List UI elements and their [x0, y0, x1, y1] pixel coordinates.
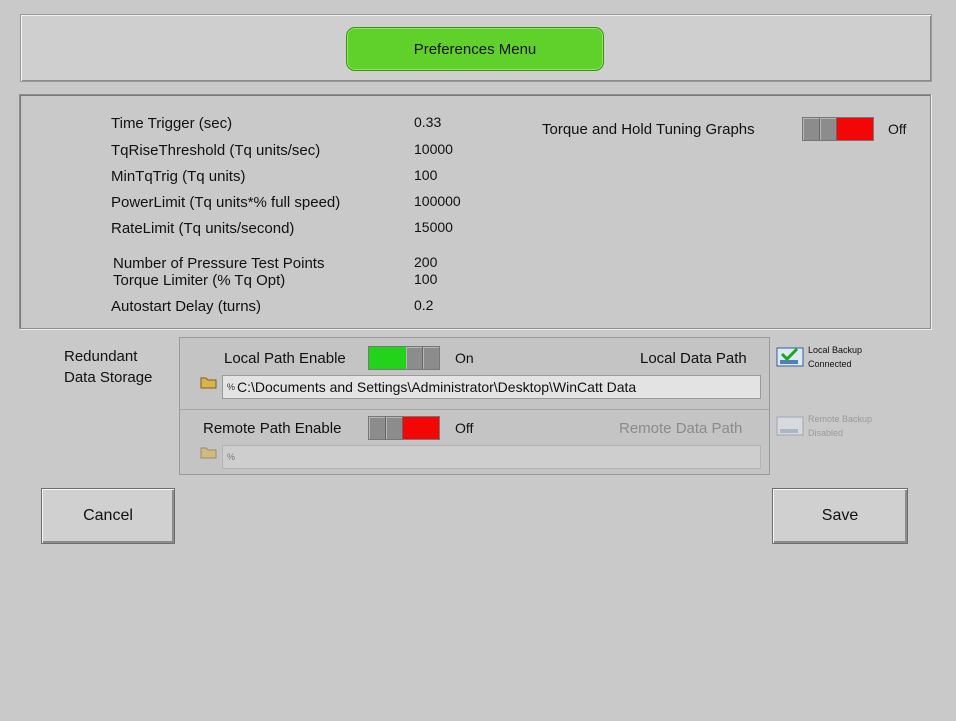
- toggle-handle: [386, 417, 403, 439]
- storage-label-line1: Redundant: [64, 348, 138, 365]
- toggle-handle: [406, 347, 423, 369]
- folder-icon: [200, 377, 217, 389]
- setting-label-tq-rise-threshold: TqRiseThreshold (Tq units/sec): [111, 142, 321, 159]
- setting-label-power-limit: PowerLimit (Tq units*% full speed): [111, 194, 341, 211]
- remote-backup-label: Remote Backup: [808, 414, 873, 424]
- remote-browse-button[interactable]: [200, 445, 218, 464]
- setting-value-pressure-test-points[interactable]: 200: [414, 254, 437, 270]
- local-backup-label: Local Backup: [808, 345, 863, 355]
- toggle-off-indicator: [837, 118, 873, 140]
- local-path-value: C:\Documents and Settings\Administrator\…: [237, 379, 637, 395]
- local-path-state: On: [455, 350, 474, 366]
- setting-label-rate-limit: RateLimit (Tq units/second): [111, 220, 295, 237]
- backup-disabled-icon: [776, 416, 804, 436]
- page-title-text: Preferences Menu: [413, 40, 537, 58]
- remote-path-enable-label: Remote Path Enable: [203, 420, 342, 437]
- local-path-field[interactable]: % C:\Documents and Settings\Administrato…: [222, 375, 761, 399]
- remote-path-state: Off: [455, 420, 474, 436]
- remote-path-toggle[interactable]: [368, 416, 440, 440]
- save-button-label: Save: [821, 507, 859, 524]
- folder-icon: [200, 447, 217, 459]
- remote-backup-status: [776, 413, 806, 444]
- storage-section-label: Redundant Data Storage: [64, 346, 152, 388]
- toggle-handle: [820, 118, 837, 140]
- setting-value-time-trigger[interactable]: 0.33: [414, 114, 441, 130]
- storage-label-line2: Data Storage: [64, 369, 153, 386]
- path-prefix-icon: %: [227, 382, 236, 392]
- remote-data-path-label: Remote Data Path: [619, 420, 743, 437]
- setting-value-autostart-delay[interactable]: 0.2: [414, 297, 433, 313]
- setting-value-min-tq-trig[interactable]: 100: [414, 167, 437, 183]
- path-prefix-icon: %: [227, 452, 236, 462]
- toggle-handle: [369, 417, 386, 439]
- local-path-enable-label: Local Path Enable: [224, 350, 346, 367]
- local-browse-button[interactable]: [200, 375, 218, 394]
- remote-backup-state: Disabled: [808, 428, 844, 438]
- local-path-toggle[interactable]: [368, 346, 440, 370]
- tuning-graphs-toggle[interactable]: [802, 117, 874, 141]
- remote-path-field[interactable]: %: [222, 445, 761, 469]
- setting-value-torque-limiter[interactable]: 100: [414, 271, 437, 287]
- setting-label-pressure-test-points: Number of Pressure Test Points: [113, 255, 325, 272]
- local-backup-status-text: Local Backup Connected: [808, 343, 862, 371]
- toggle-handle: [803, 118, 820, 140]
- setting-label-time-trigger: Time Trigger (sec): [111, 115, 233, 132]
- setting-label-min-tq-trig: MinTqTrig (Tq units): [111, 168, 246, 185]
- toggle-off-indicator: [403, 417, 439, 439]
- tuning-graphs-label: Torque and Hold Tuning Graphs: [542, 121, 755, 138]
- setting-label-autostart-delay: Autostart Delay (turns): [111, 298, 262, 315]
- setting-value-power-limit[interactable]: 100000: [414, 193, 461, 209]
- storage-divider: [180, 409, 769, 410]
- remote-backup-status-text: Remote Backup Disabled: [808, 412, 872, 440]
- save-button[interactable]: Save: [772, 488, 908, 544]
- setting-label-torque-limiter: Torque Limiter (% Tq Opt): [113, 272, 286, 289]
- cancel-button-label: Cancel: [83, 507, 133, 524]
- setting-value-tq-rise-threshold[interactable]: 10000: [414, 141, 453, 157]
- toggle-on-indicator: [369, 347, 406, 369]
- cancel-button[interactable]: Cancel: [41, 488, 175, 544]
- backup-connected-icon: [776, 347, 804, 367]
- toggle-handle: [423, 347, 439, 369]
- local-backup-state: Connected: [808, 359, 852, 369]
- setting-value-rate-limit[interactable]: 15000: [414, 219, 453, 235]
- local-data-path-label: Local Data Path: [640, 350, 747, 367]
- local-backup-status: [776, 344, 806, 375]
- tuning-graphs-state: Off: [888, 121, 907, 137]
- page-title: Preferences Menu: [346, 27, 604, 71]
